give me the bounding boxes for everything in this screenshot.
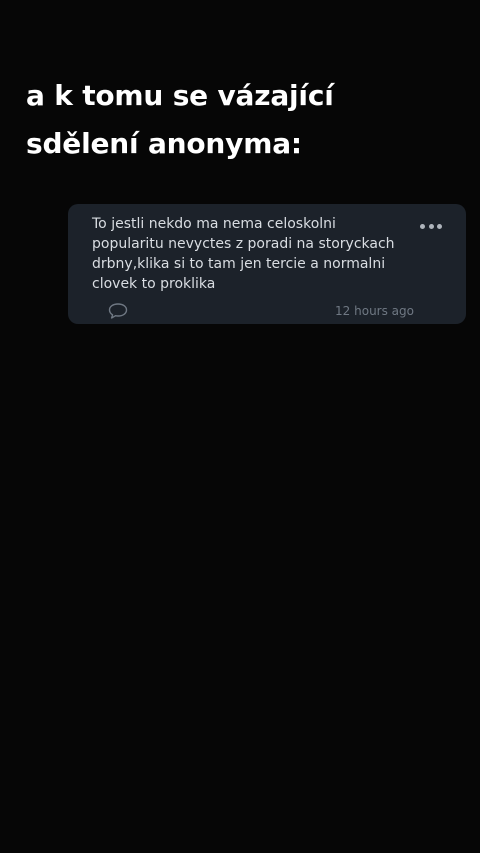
message-timestamp: 12 hours ago xyxy=(335,304,414,318)
comment-icon[interactable] xyxy=(108,302,128,320)
message-line-2: popularitu nevyctes z poradi na storycka… xyxy=(92,236,395,252)
message-line-4: clovek to proklika xyxy=(92,276,216,292)
message-line-1: To jestli nekdo ma nema celoskolni xyxy=(92,216,336,232)
more-dot xyxy=(420,223,425,229)
caption-line-1: a k tomu se vázající xyxy=(26,79,334,112)
more-dot xyxy=(437,223,442,229)
story-caption: a k tomu se vázající sdělení anonyma: xyxy=(26,72,446,168)
message-line-3: drbny,klika si to tam jen tercie a norma… xyxy=(92,256,386,272)
more-options-icon[interactable] xyxy=(420,222,442,230)
anonymous-message-card: To jestli nekdo ma nema celoskolni popul… xyxy=(68,204,466,324)
more-dot xyxy=(428,223,434,229)
story-screen: a k tomu se vázající sdělení anonyma: To… xyxy=(0,0,480,853)
caption-line-2: sdělení anonyma: xyxy=(26,127,302,160)
message-text: To jestli nekdo ma nema celoskolni popul… xyxy=(92,214,412,294)
